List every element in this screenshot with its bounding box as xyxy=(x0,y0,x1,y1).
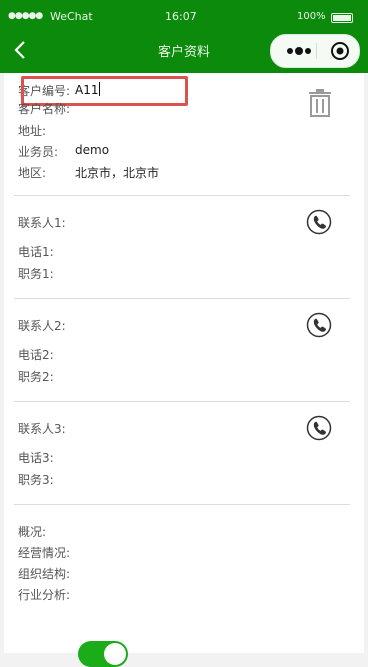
mini-program-capsule xyxy=(270,34,360,68)
phone-icon[interactable] xyxy=(306,415,332,441)
capsule-divider xyxy=(316,43,317,59)
region-label: 地区: xyxy=(18,166,47,180)
clock: 16:07 xyxy=(165,10,197,23)
phone3-row[interactable]: 电话3: xyxy=(18,449,54,466)
phone-label: 电话3: xyxy=(18,451,54,465)
position-label: 职务3: xyxy=(18,473,54,487)
customer-name-row[interactable]: 客户名称: xyxy=(18,100,70,117)
contact-label: 联系人2: xyxy=(18,319,66,333)
salesman-value: demo xyxy=(75,143,110,157)
toggle-knob xyxy=(104,643,126,665)
customer-code-row[interactable]: 客户编号: A11 xyxy=(18,76,188,106)
signal-icon: ●●●●● xyxy=(8,11,43,21)
customer-code-value: A11 xyxy=(75,83,99,97)
carrier-label: WeChat xyxy=(50,10,93,23)
phone-icon[interactable] xyxy=(306,312,332,338)
section-divider xyxy=(14,298,350,299)
position3-row[interactable]: 职务3: xyxy=(18,471,54,488)
customer-code-input[interactable]: A11 xyxy=(75,82,101,97)
structure-row[interactable]: 组织结构: xyxy=(18,565,70,582)
text-cursor xyxy=(99,82,101,96)
phone1-row[interactable]: 电话1: xyxy=(18,243,54,260)
close-circle-icon[interactable] xyxy=(323,35,357,67)
phone-icon[interactable] xyxy=(306,209,332,235)
position1-row[interactable]: 职务1: xyxy=(18,265,54,282)
contact1-row[interactable]: 联系人1: xyxy=(18,214,66,231)
operation-row[interactable]: 经营情况: xyxy=(18,544,70,561)
toggle-switch[interactable] xyxy=(78,641,128,667)
industry-label: 行业分析: xyxy=(18,588,71,602)
more-icon[interactable] xyxy=(279,35,319,67)
operation-label: 经营情况: xyxy=(18,546,71,560)
contact2-row[interactable]: 联系人2: xyxy=(18,317,66,334)
summary-row[interactable]: 概况: xyxy=(18,523,46,540)
section-divider xyxy=(14,401,350,402)
industry-row[interactable]: 行业分析: xyxy=(18,586,70,603)
battery-icon xyxy=(331,13,353,23)
contact-label: 联系人3: xyxy=(18,422,66,436)
region-row[interactable]: 地区: 北京市，北京市 xyxy=(18,164,159,181)
address-row[interactable]: 地址: xyxy=(18,122,46,139)
phone2-row[interactable]: 电话2: xyxy=(18,346,54,363)
salesman-row[interactable]: 业务员: demo xyxy=(18,143,109,160)
trash-icon[interactable] xyxy=(307,88,333,118)
contact-label: 联系人1: xyxy=(18,216,66,230)
customer-detail-card: 客户编号: A11 客户名称: 地址: 业务员: demo 地区: 北京市，北京… xyxy=(4,73,364,667)
phone-label: 电话2: xyxy=(18,348,54,362)
salesman-label: 业务员: xyxy=(18,145,59,159)
structure-label: 组织结构: xyxy=(18,567,71,581)
section-divider xyxy=(14,195,350,196)
customer-name-label: 客户名称: xyxy=(18,102,71,116)
nav-bar: 客户资料 xyxy=(0,28,368,73)
region-value: 北京市，北京市 xyxy=(75,166,160,180)
summary-label: 概况: xyxy=(18,525,47,539)
position-label: 职务2: xyxy=(18,370,54,384)
position2-row[interactable]: 职务2: xyxy=(18,368,54,385)
battery-percent: 100% xyxy=(297,11,326,22)
address-label: 地址: xyxy=(18,124,47,138)
section-divider xyxy=(14,504,350,505)
contact3-row[interactable]: 联系人3: xyxy=(18,420,66,437)
position-label: 职务1: xyxy=(18,267,54,281)
phone-label: 电话1: xyxy=(18,245,54,259)
